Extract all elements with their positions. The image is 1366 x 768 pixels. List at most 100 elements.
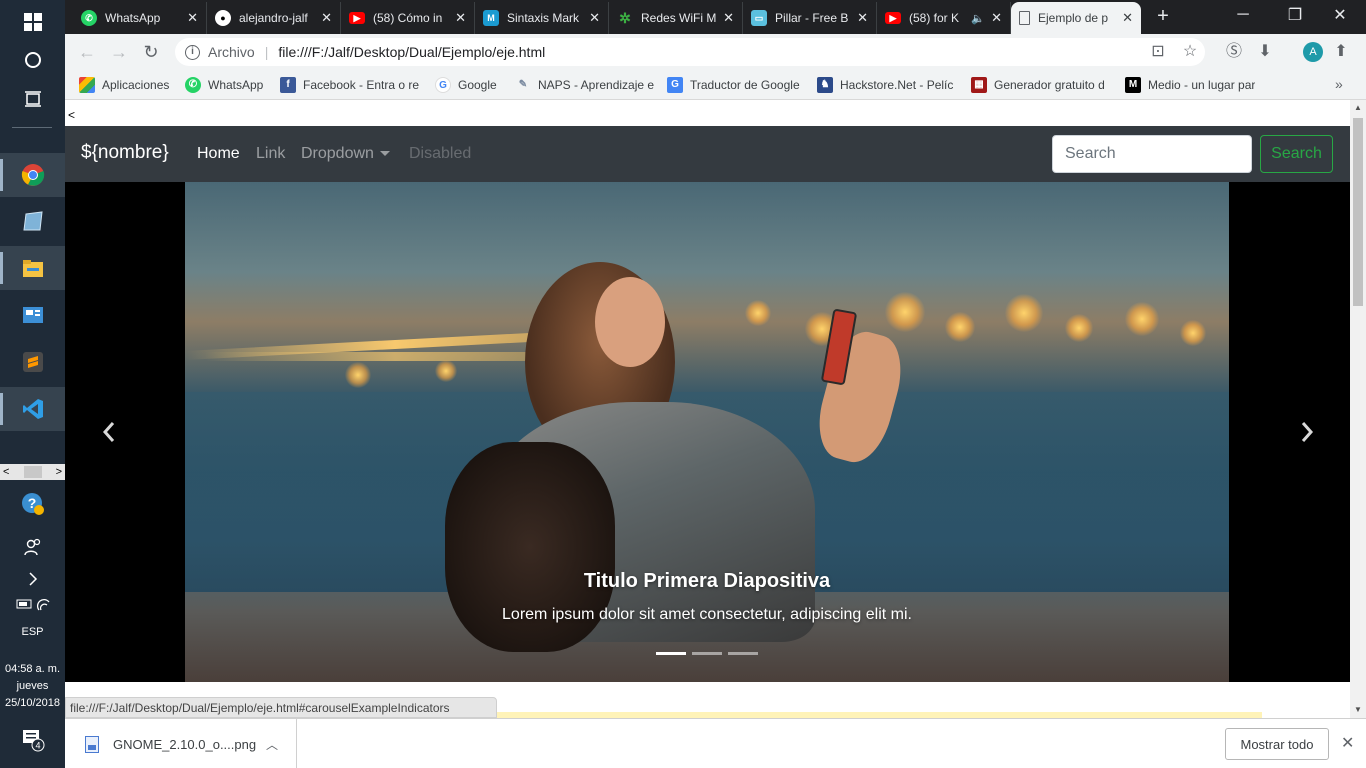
taskbar-scrollbar[interactable]: < > xyxy=(0,464,65,480)
more-bookmarks-icon[interactable]: » xyxy=(1335,76,1343,92)
bokeh-light xyxy=(345,362,371,388)
scroll-up-icon[interactable]: ▲ xyxy=(1350,100,1366,116)
reload-icon[interactable]: ↻ xyxy=(139,41,163,63)
tab-markdown[interactable]: M Sintaxis Mark ✕ xyxy=(475,2,609,34)
bookmark-apps[interactable]: Aplicaciones xyxy=(79,76,169,94)
back-arrow-icon[interactable]: ← xyxy=(75,41,99,63)
bokeh-light xyxy=(435,360,457,382)
bookmark-whatsapp[interactable]: ✆ WhatsApp xyxy=(185,76,263,94)
scrollbar-thumb[interactable] xyxy=(1353,118,1363,306)
address-bar[interactable]: i Archivo | file:///F:/Jalf/Desktop/Dual… xyxy=(175,38,1205,66)
tab-youtube-1[interactable]: ▶ (58) Cómo in ✕ xyxy=(341,2,475,34)
tab-ejemplo-active[interactable]: Ejemplo de p ✕ xyxy=(1011,2,1141,34)
nav-dropdown[interactable]: Dropdown xyxy=(301,145,390,163)
vscode-icon[interactable] xyxy=(0,387,65,431)
page-scrollbar[interactable]: ▲ ▼ xyxy=(1350,100,1366,718)
scroll-right-icon[interactable]: > xyxy=(56,466,62,478)
omnibox-separator: | xyxy=(264,44,269,60)
tab-youtube-2[interactable]: ▶ (58) for K 🔈 ✕ xyxy=(877,2,1011,34)
battery-wifi-icon[interactable] xyxy=(0,582,65,626)
bookmark-hackstore[interactable]: ♞ Hackstore.Net - Pelíc xyxy=(817,76,957,94)
control-panel-icon[interactable] xyxy=(0,293,65,337)
bookmark-label: WhatsApp xyxy=(208,78,264,92)
tab-title: WhatsApp xyxy=(105,11,161,25)
minimize-button[interactable]: ─ xyxy=(1220,0,1266,30)
tab-whatsapp[interactable]: ✆ WhatsApp ✕ xyxy=(73,2,207,34)
action-center-icon[interactable]: 4 xyxy=(0,718,65,762)
translate-page-icon[interactable]: ⊡ xyxy=(1148,42,1168,62)
scroll-left-icon[interactable]: < xyxy=(3,466,9,478)
show-all-downloads-button[interactable]: Mostrar todo xyxy=(1225,728,1329,760)
url-text[interactable]: file:///F:/Jalf/Desktop/Dual/Ejemplo/eje… xyxy=(278,44,545,60)
update-menu-icon[interactable]: ⬆ xyxy=(1331,42,1351,62)
extension-s-icon[interactable]: Ⓢ xyxy=(1224,42,1244,62)
chrome-tab-strip: ✆ WhatsApp ✕ ● alejandro-jalf ✕ ▶ (58) C… xyxy=(65,0,1366,34)
bookmark-facebook[interactable]: f Facebook - Entra o re xyxy=(280,76,420,94)
help-icon[interactable]: ? xyxy=(0,482,65,526)
status-url-bubble: file:///F:/Jalf/Desktop/Dual/Ejemplo/eje… xyxy=(65,697,497,718)
bookmark-medium[interactable]: M Medio - un lugar par xyxy=(1125,76,1255,94)
close-icon[interactable]: ✕ xyxy=(321,10,332,26)
carousel-indicator-2[interactable] xyxy=(692,652,722,655)
carousel-indicator-1[interactable] xyxy=(656,652,686,655)
tab-github[interactable]: ● alejandro-jalf ✕ xyxy=(207,2,341,34)
bookmark-label: Google xyxy=(458,78,497,92)
new-tab-button[interactable]: + xyxy=(1150,5,1176,29)
bokeh-light xyxy=(1005,294,1043,332)
bookmark-google[interactable]: G Google xyxy=(435,76,497,94)
navbar-brand[interactable]: ${nombre} xyxy=(81,142,169,164)
bookmark-label: Traductor de Google xyxy=(690,78,800,92)
audio-playing-icon[interactable]: 🔈 xyxy=(971,12,985,25)
restore-button[interactable]: ❐ xyxy=(1272,0,1318,30)
download-file-name: GNOME_2.10.0_o....png xyxy=(113,736,257,752)
downloads-shelf: GNOME_2.10.0_o....png ︿ Mostrar todo ✕ xyxy=(65,718,1366,768)
generator-icon: ▦ xyxy=(971,77,987,93)
close-icon[interactable]: ✕ xyxy=(187,10,198,26)
medium-icon: M xyxy=(1125,77,1141,93)
forward-arrow-icon[interactable]: → xyxy=(107,41,131,63)
close-icon[interactable]: ✕ xyxy=(1341,733,1354,753)
clock-time[interactable]: 04:58 a. m. xyxy=(0,662,65,678)
tab-pillar[interactable]: ▭ Pillar - Free B ✕ xyxy=(743,2,877,34)
profile-avatar[interactable]: A xyxy=(1303,42,1323,62)
close-icon[interactable]: ✕ xyxy=(991,10,1002,26)
bookmark-translate[interactable]: G Traductor de Google xyxy=(667,76,800,94)
download-extension-icon[interactable]: ⬇ xyxy=(1255,42,1275,62)
chevron-up-icon[interactable]: ︿ xyxy=(266,736,278,753)
bookmark-star-icon[interactable]: ☆ xyxy=(1180,42,1200,62)
bookmark-label: Generador gratuito d xyxy=(994,78,1105,92)
close-icon[interactable]: ✕ xyxy=(455,10,466,26)
file-explorer-icon[interactable] xyxy=(0,246,65,290)
tab-wifi[interactable]: ✲ Redes WiFi M ✕ xyxy=(609,2,743,34)
carousel: Titulo Primera Diapositiva Lorem ipsum d… xyxy=(65,182,1350,682)
bookmark-naps[interactable]: ✎ NAPS - Aprendizaje e xyxy=(515,76,655,94)
search-button[interactable]: Search xyxy=(1260,135,1333,173)
bookmark-generator[interactable]: ▦ Generador gratuito d xyxy=(971,76,1111,94)
nav-link[interactable]: Link xyxy=(256,145,285,163)
cortana-search-icon[interactable] xyxy=(0,38,65,82)
download-item[interactable]: GNOME_2.10.0_o....png ︿ xyxy=(65,719,297,768)
scroll-thumb[interactable] xyxy=(23,466,42,478)
clock-day[interactable]: jueves xyxy=(0,679,65,695)
close-icon[interactable]: ✕ xyxy=(723,10,734,26)
stray-text: < xyxy=(68,108,76,122)
nav-home[interactable]: Home xyxy=(197,145,240,163)
notebook-app-icon[interactable] xyxy=(0,199,65,243)
close-icon[interactable]: ✕ xyxy=(589,10,600,26)
sublime-text-icon[interactable] xyxy=(0,340,65,384)
scroll-down-icon[interactable]: ▼ xyxy=(1350,702,1366,718)
woman-face xyxy=(595,277,665,367)
scheme-label: Archivo xyxy=(208,44,255,60)
language-indicator[interactable]: ESP xyxy=(0,625,65,641)
tab-title: Ejemplo de p xyxy=(1038,11,1109,25)
info-icon[interactable]: i xyxy=(185,44,200,60)
carousel-indicator-3[interactable] xyxy=(728,652,758,655)
close-window-button[interactable]: ✕ xyxy=(1317,0,1363,30)
task-view-icon[interactable] xyxy=(0,77,65,121)
clock-date[interactable]: 25/10/2018 xyxy=(0,696,65,712)
close-icon[interactable]: ✕ xyxy=(1122,10,1133,26)
close-icon[interactable]: ✕ xyxy=(857,10,868,26)
translate-icon: G xyxy=(667,77,683,93)
chrome-icon[interactable] xyxy=(0,153,65,197)
search-input[interactable] xyxy=(1052,135,1252,173)
